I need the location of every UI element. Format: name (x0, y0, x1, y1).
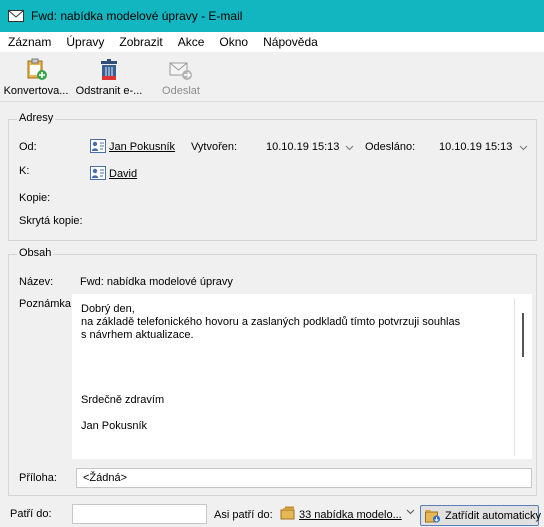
created-date-picker[interactable]: 10.10.19 15:13 (261, 137, 357, 157)
created-date-value: 10.10.19 15:13 (266, 141, 340, 153)
auto-sort-label: Zatřídit automaticky (445, 509, 541, 522)
menu-akce[interactable]: Akce (170, 35, 212, 49)
to-contact-link[interactable]: David (109, 168, 137, 180)
attachment-value: <Žádná> (83, 472, 128, 484)
to-label: K: (19, 165, 30, 177)
folder-stack-icon (280, 506, 296, 520)
toolbar: Konvertova... Odstranit e-... Odeslat (0, 52, 544, 102)
sent-label: Odesláno: (365, 141, 416, 153)
menu-zaznam[interactable]: Záznam (0, 35, 58, 49)
maybe-belongs-link[interactable]: 33 nabídka modelo... (299, 509, 402, 521)
note-label: Poznámka: (19, 298, 75, 310)
note-line: Srdečně zdravím (81, 394, 165, 406)
menu-zobrazit[interactable]: Zobrazit (111, 35, 169, 49)
addresses-group-title: Adresy (17, 112, 56, 124)
cc-label: Kopie: (19, 192, 51, 204)
bcc-label: Skrytá kopie: (19, 215, 83, 227)
menu-bar: Záznam Úpravy Zobrazit Akce Okno Nápověd… (0, 32, 544, 52)
maybe-belongs-label: Asi patří do: (214, 509, 273, 521)
created-label: Vytvořen: (191, 141, 238, 153)
chevron-down-icon[interactable] (406, 506, 415, 518)
content-group-title: Obsah (17, 247, 54, 259)
sent-date-value: 10.10.19 15:13 (439, 141, 513, 153)
subject-label: Název: (19, 276, 54, 288)
attachment-label: Příloha: (19, 472, 57, 484)
clipboard-add-icon (23, 58, 49, 82)
note-line: Jan Pokusník (81, 420, 148, 432)
envelope-send-icon (168, 58, 194, 82)
note-line: s návrhem aktualizace. (81, 329, 194, 341)
folder-sort-icon (425, 509, 441, 523)
menu-napoveda[interactable]: Nápověda (255, 35, 325, 49)
note-line: Dobrý den, (81, 303, 135, 315)
delete-email-label: Odstranit e-... (75, 85, 143, 97)
note-scroll-track (514, 298, 515, 456)
contact-card-icon (90, 166, 106, 180)
send-button[interactable]: Odeslat (155, 56, 207, 100)
title-bar: Fwd: nabídka modelové úpravy - E-mail (0, 0, 544, 32)
convert-label: Konvertova... (3, 85, 69, 97)
belongs-field[interactable] (72, 504, 207, 524)
delete-email-button[interactable]: Odstranit e-... (72, 56, 146, 100)
convert-button[interactable]: Konvertova... (3, 56, 69, 100)
from-contact-link[interactable]: Jan Pokusník (109, 141, 175, 153)
email-icon (8, 8, 24, 24)
trash-icon (96, 58, 122, 82)
menu-upravy[interactable]: Úpravy (58, 35, 111, 49)
note-textarea[interactable]: Dobrý den, na základě telefonického hovo… (72, 294, 532, 459)
note-scrollbar-thumb[interactable] (522, 313, 524, 357)
note-line: na základě telefonického hovoru a zaslan… (81, 316, 461, 328)
menu-okno[interactable]: Okno (211, 35, 255, 49)
belongs-label: Patří do: (10, 508, 52, 520)
subject-value[interactable]: Fwd: nabídka modelové úpravy (80, 276, 233, 288)
send-label: Odeslat (162, 85, 200, 97)
chevron-down-icon (345, 142, 354, 154)
window-title: Fwd: nabídka modelové úpravy - E-mail (31, 9, 243, 23)
attachment-field[interactable]: <Žádná> (76, 468, 532, 488)
auto-sort-button[interactable]: Zatřídit automaticky (420, 505, 541, 526)
contact-card-icon (90, 139, 106, 153)
chevron-down-icon (519, 142, 528, 154)
sent-date-picker[interactable]: 10.10.19 15:13 (434, 137, 531, 157)
from-label: Od: (19, 141, 37, 153)
